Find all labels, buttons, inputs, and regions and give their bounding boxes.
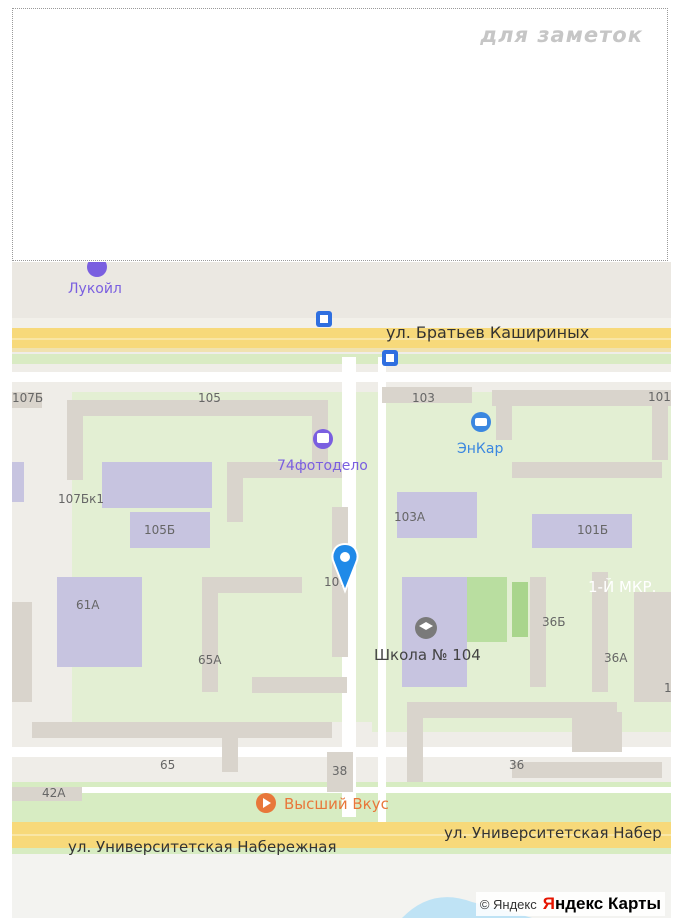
building-label: 101Б <box>577 523 608 537</box>
building-label: 36 <box>509 758 524 772</box>
street-label-univ-2: ул. Университетская Набережная <box>68 838 337 856</box>
building-label: 105 <box>198 391 221 405</box>
building-label: 1 <box>664 681 671 695</box>
notes-label: для заметок <box>480 23 643 47</box>
building-label: 103 <box>412 391 435 405</box>
map-labels: ул. Братьев Кашириных ул. Университетска… <box>12 281 671 856</box>
poi-label-vysshiy: Высший Вкус <box>284 795 389 813</box>
building-label: 61А <box>76 598 100 612</box>
street-label-univ-1: ул. Университетская Набер <box>444 824 662 842</box>
building-label: 36Б <box>542 615 566 629</box>
map-view[interactable]: ул. Братьев Кашириных ул. Университетска… <box>12 262 671 918</box>
yandex-maps-logo[interactable]: Яндекс Карты <box>543 894 661 914</box>
street-label-kashirinykh: ул. Братьев Кашириных <box>386 323 589 342</box>
copyright-text: © Яндекс <box>479 896 537 912</box>
building-label: 107Бк1 <box>58 492 104 506</box>
building-label: 65А <box>198 653 222 667</box>
poi-label-enkar: ЭнКар <box>457 441 503 457</box>
poi-label-74fotodelo: 74фотодело <box>277 458 368 474</box>
notes-area: для заметок <box>12 8 668 261</box>
building-label: 36А <box>604 651 628 665</box>
building-label: 38 <box>332 764 347 778</box>
map-copyright[interactable]: © Яндекс Яндекс Карты <box>475 892 665 916</box>
poi-label-lukoil: Лукойл <box>68 281 122 297</box>
district-label: 1-Й МКР. <box>588 577 656 596</box>
building-label: 105Б <box>144 523 175 537</box>
poi-label-school: Школа № 104 <box>374 646 481 664</box>
building-label: 42А <box>42 786 66 800</box>
building-label: 107Б <box>12 391 43 405</box>
building-label: 65 <box>160 758 175 772</box>
building-label: 101 <box>648 390 671 404</box>
building-label: 103А <box>394 510 426 524</box>
